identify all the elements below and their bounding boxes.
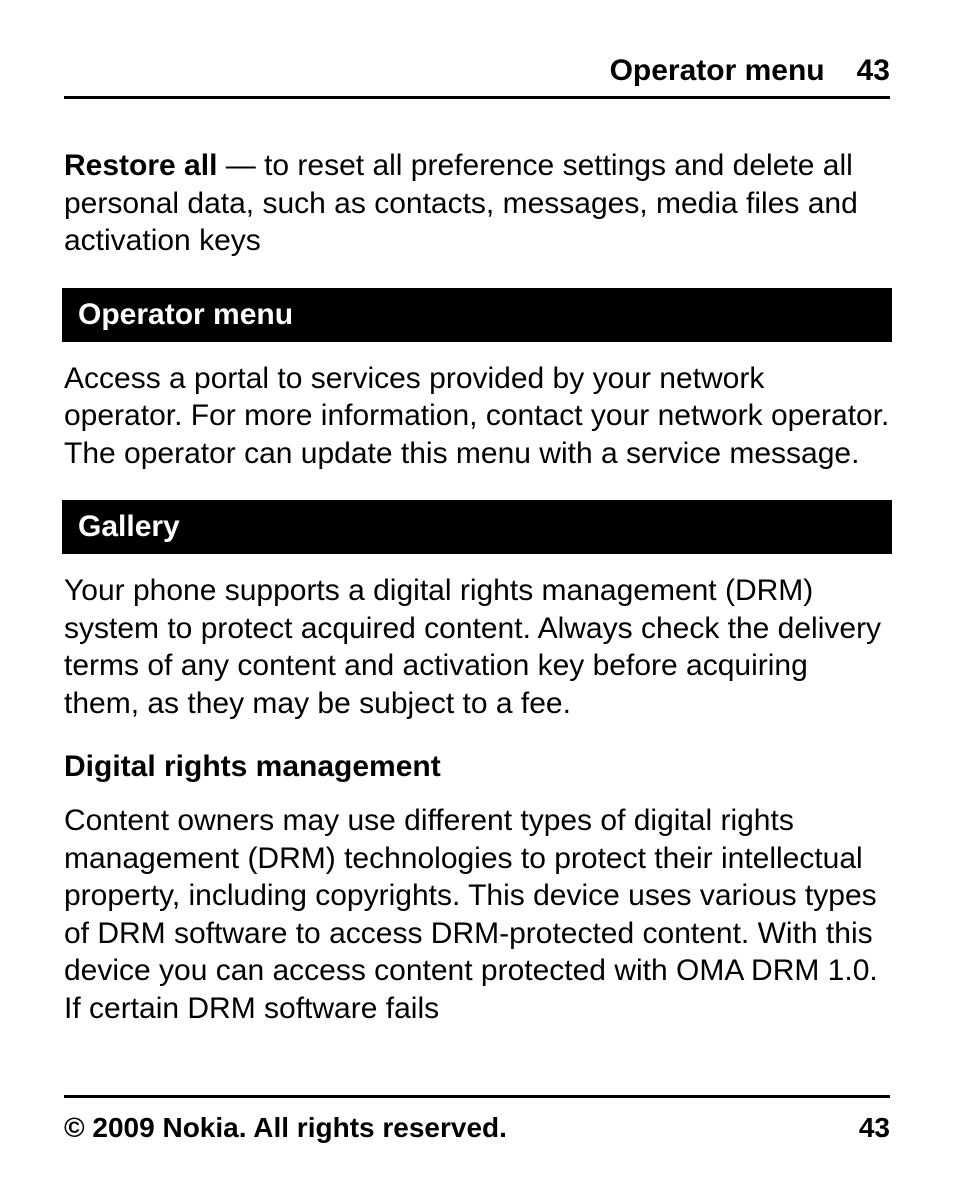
operator-paragraph: Access a portal to services provided by … [64, 360, 890, 473]
page: Operator menu 43 Restore all — to reset … [0, 0, 954, 1180]
restore-lead: Restore all [64, 149, 217, 182]
page-footer: © 2009 Nokia. All rights reserved. 43 [64, 1095, 890, 1144]
gallery-intro-paragraph: Your phone supports a digital rights man… [64, 572, 890, 722]
section-heading-operator: Operator menu [62, 288, 892, 342]
section-heading-gallery: Gallery [62, 500, 892, 554]
header-page-number: 43 [857, 54, 890, 88]
gallery-drm-paragraph: Content owners may use different types o… [64, 802, 890, 1027]
footer-copyright: © 2009 Nokia. All rights reserved. [64, 1112, 507, 1144]
page-header: Operator menu 43 [64, 54, 890, 99]
header-title: Operator menu [610, 54, 825, 88]
gallery-subheading: Digital rights management [64, 750, 890, 784]
restore-paragraph: Restore all — to reset all preference se… [64, 147, 890, 260]
page-content: Restore all — to reset all preference se… [64, 99, 890, 1095]
footer-page-number: 43 [859, 1112, 890, 1144]
